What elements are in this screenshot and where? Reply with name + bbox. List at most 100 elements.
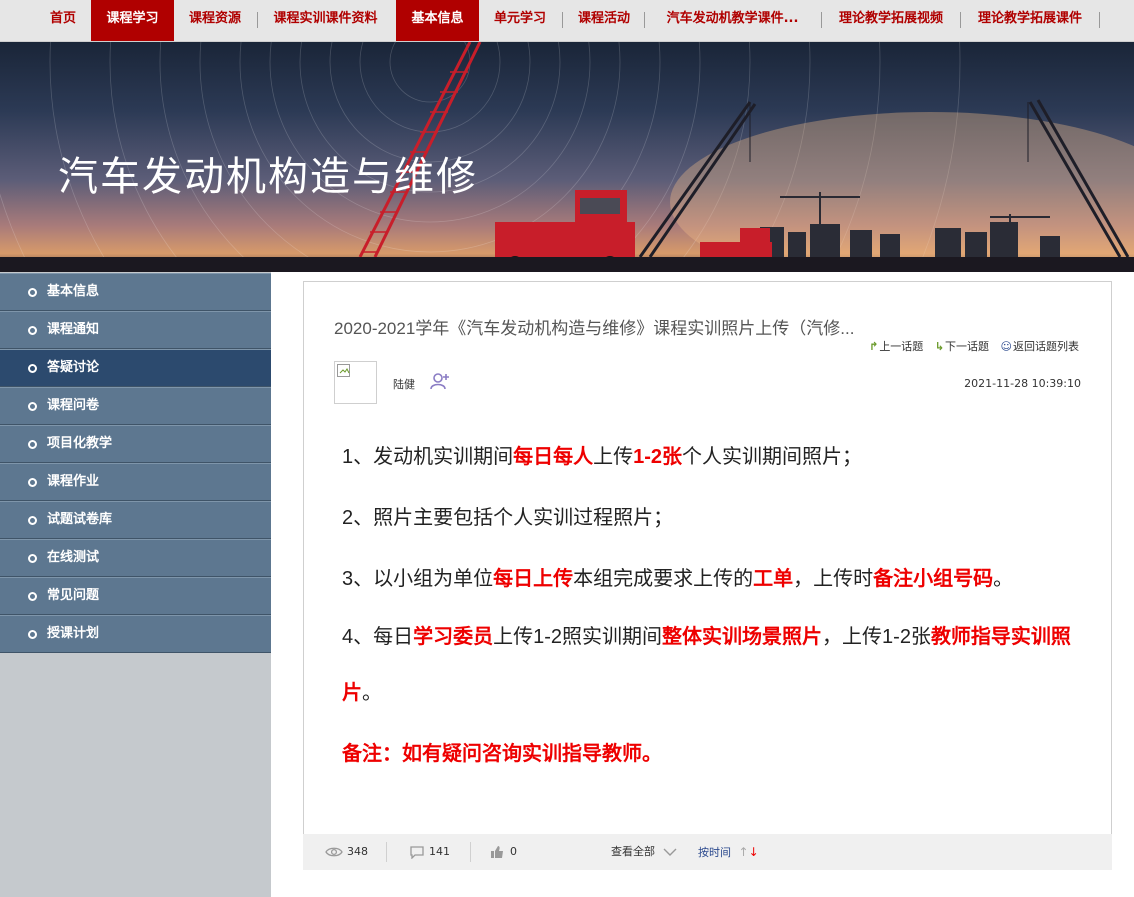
nav-item-basic-info[interactable]: 基本信息 xyxy=(396,0,479,41)
nav-divider xyxy=(562,12,563,28)
text-span: 3、以小组为单位 xyxy=(342,568,494,590)
sidebar-item-project-teaching[interactable]: 项目化教学 xyxy=(0,425,271,463)
sidebar-item-basic-info[interactable]: 基本信息 xyxy=(0,273,271,311)
bullet-icon xyxy=(28,402,37,411)
nav-divider xyxy=(644,12,645,28)
users-icon: ☺ xyxy=(1000,340,1012,353)
sidebar-item-notices[interactable]: 课程通知 xyxy=(0,311,271,349)
sidebar-item-label: 在线测试 xyxy=(47,550,100,565)
content-paragraph-4: 4、每日学习委员上传1-2照实训期间整体实训场景照片，上传1-2张教师指导实训照… xyxy=(342,609,1082,721)
text-span: 上传1-2照实训期间 xyxy=(493,626,663,648)
text-span: 个人实训期间照片； xyxy=(682,446,863,468)
view-count-value: 348 xyxy=(347,845,368,858)
nav-divider xyxy=(821,12,822,28)
sidebar-item-label: 课程通知 xyxy=(47,322,100,337)
text-span: 。 xyxy=(993,568,1014,590)
sidebar-item-label: 项目化教学 xyxy=(47,436,113,451)
broken-image-icon xyxy=(337,364,350,377)
divider xyxy=(386,842,387,862)
post-timestamp: 2021-11-28 10:39:10 xyxy=(964,377,1081,390)
author-name[interactable]: 陆健 xyxy=(393,376,415,392)
view-count: 348 xyxy=(325,834,368,870)
text-span: 本组完成要求上传的 xyxy=(573,568,754,590)
bullet-icon xyxy=(28,630,37,639)
content-paragraph-1: 1、发动机实训期间每日每人上传1-2张个人实训期间照片； xyxy=(342,440,862,469)
bullet-icon xyxy=(28,554,37,563)
post-navigation: ↱上一话题 ↳下一话题 ☺返回话题列表 xyxy=(861,338,1079,354)
follow-user-icon[interactable] xyxy=(430,372,452,390)
post-card: 2020-2021学年《汽车发动机构造与维修》课程实训照片上传（汽修... ↱上… xyxy=(303,281,1112,835)
text-span: 1、发动机实训期间 xyxy=(342,446,514,468)
comment-count[interactable]: 141 xyxy=(409,834,450,870)
bullet-icon xyxy=(28,288,37,297)
sidebar-item-label: 授课计划 xyxy=(47,626,100,641)
sidebar-item-faq[interactable]: 常见问题 xyxy=(0,577,271,615)
eye-icon xyxy=(325,847,343,857)
text-span: ，上传1-2张 xyxy=(822,626,931,648)
sidebar-item-discussion[interactable]: 答疑讨论 xyxy=(0,349,271,387)
nav-item-training-materials[interactable]: 课程实训课件资料 xyxy=(262,0,389,41)
highlight-text: 每日上传 xyxy=(493,568,574,590)
bullet-icon xyxy=(28,440,37,449)
nav-item-theory-videos[interactable]: 理论教学拓展视频 xyxy=(826,0,956,41)
sidebar-item-label: 课程问卷 xyxy=(47,398,100,413)
prev-topic-link[interactable]: ↱上一话题 xyxy=(869,340,923,353)
course-banner: 汽车发动机构造与维修 xyxy=(0,42,1134,272)
sidebar-item-teaching-plan[interactable]: 授课计划 xyxy=(0,615,271,653)
sidebar-item-survey[interactable]: 课程问卷 xyxy=(0,387,271,425)
content-paragraph-3: 3、以小组为单位每日上传本组完成要求上传的工单，上传时备注小组号码。 xyxy=(342,562,1013,591)
back-to-list-link[interactable]: ☺返回话题列表 xyxy=(1001,340,1079,353)
nav-item-unit-study[interactable]: 单元学习 xyxy=(481,0,559,41)
text-span: 上传 xyxy=(593,446,634,468)
sidebar-item-label: 基本信息 xyxy=(47,284,100,299)
nav-item-course-activities[interactable]: 课程活动 xyxy=(567,0,641,41)
highlight-text: 备注小组号码 xyxy=(873,568,994,590)
post-stats-bar: 348 141 0 查看全部 按时间 ↑↓ xyxy=(303,834,1112,870)
content-paragraph-2: 2、照片主要包括个人实训过程照片； xyxy=(342,501,673,530)
arrow-up-icon: ↱ xyxy=(869,340,879,353)
back-to-list-label: 返回话题列表 xyxy=(1013,340,1079,353)
text-span: 。 xyxy=(362,682,382,704)
nav-item-course-study[interactable]: 课程学习 xyxy=(91,0,174,41)
text-span: 4、每日 xyxy=(342,626,414,648)
content-paragraph-5: 备注：如有疑问咨询实训指导教师。 xyxy=(342,737,662,766)
view-all-label: 查看全部 xyxy=(611,845,655,858)
nav-item-theory-courseware[interactable]: 理论教学拓展课件 xyxy=(965,0,1095,41)
nav-item-course-resources[interactable]: 课程资源 xyxy=(176,0,254,41)
text-span: ，上传时 xyxy=(793,568,874,590)
like-button[interactable]: 0 xyxy=(490,834,517,870)
sort-by-time-button[interactable]: 按时间 ↑↓ xyxy=(698,834,759,870)
highlight-text: 学习委员 xyxy=(413,626,494,648)
highlight-text: 整体实训场景照片 xyxy=(662,626,823,648)
highlight-text: 每日每人 xyxy=(513,446,594,468)
bullet-icon xyxy=(28,326,37,335)
nav-item-home[interactable]: 首页 xyxy=(38,0,88,41)
post-title: 2020-2021学年《汽车发动机构造与维修》课程实训照片上传（汽修... xyxy=(334,319,855,338)
sort-label: 按时间 xyxy=(698,846,731,859)
bullet-icon xyxy=(28,592,37,601)
nav-divider xyxy=(960,12,961,28)
sidebar: 基本信息 课程通知 答疑讨论 课程问卷 项目化教学 课程作业 试题试卷库 在线测… xyxy=(0,272,271,897)
nav-divider xyxy=(257,12,258,28)
comment-icon xyxy=(410,846,424,860)
sort-arrows-icon: ↑↓ xyxy=(738,845,759,859)
bullet-icon xyxy=(28,516,37,525)
top-nav: 首页 课程学习 课程资源 课程实训课件资料 基本信息 单元学习 课程活动 汽车发… xyxy=(0,0,1134,42)
chevron-down-icon xyxy=(663,848,676,856)
bullet-icon xyxy=(28,364,37,373)
comment-count-value: 141 xyxy=(429,845,450,858)
sidebar-item-online-test[interactable]: 在线测试 xyxy=(0,539,271,577)
avatar[interactable] xyxy=(334,361,377,404)
nav-item-engine-courseware[interactable]: 汽车发动机教学课件... xyxy=(650,0,815,41)
sidebar-item-label: 常见问题 xyxy=(47,588,100,603)
highlight-text: 备注：如有疑问咨询实训指导教师。 xyxy=(342,743,662,765)
arrow-down-icon: ↳ xyxy=(934,340,945,353)
sidebar-item-label: 答疑讨论 xyxy=(47,360,100,375)
bullet-icon xyxy=(28,478,37,487)
next-topic-link[interactable]: ↳下一话题 xyxy=(935,340,989,353)
sidebar-item-question-bank[interactable]: 试题试卷库 xyxy=(0,501,271,539)
sidebar-item-homework[interactable]: 课程作业 xyxy=(0,463,271,501)
view-all-dropdown[interactable]: 查看全部 xyxy=(611,834,677,870)
prev-topic-label: 上一话题 xyxy=(879,340,924,353)
nav-divider xyxy=(1099,12,1100,28)
